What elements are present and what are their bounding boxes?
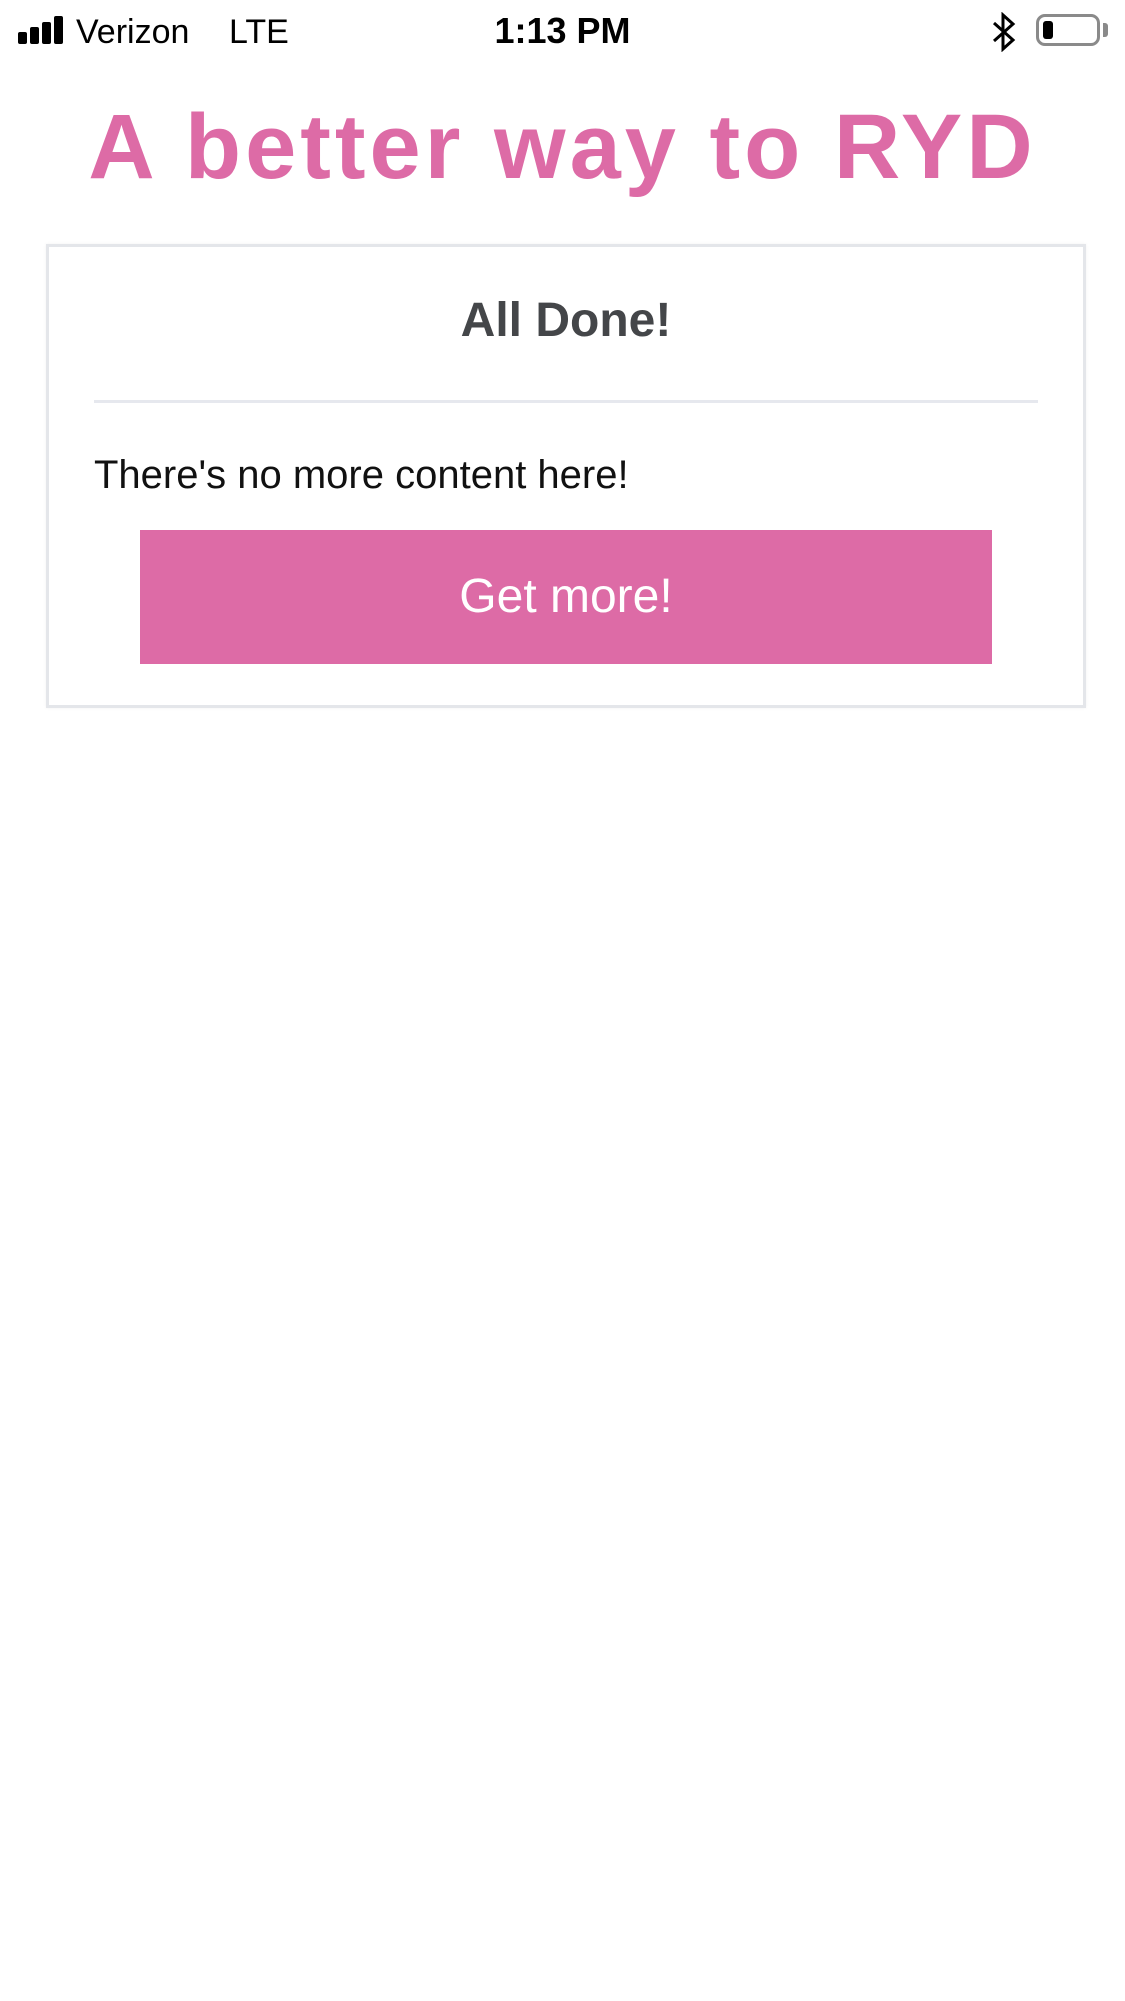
- card-message: There's no more content here!: [94, 453, 629, 497]
- status-time: 1:13 PM: [494, 10, 631, 51]
- battery-tip: [1103, 23, 1108, 37]
- bluetooth-icon: [992, 12, 1016, 52]
- battery-icon: [1036, 14, 1100, 46]
- card-title: All Done!: [460, 294, 672, 347]
- app-screen: Verizon LTE 1:13 PM A better way to RYD …: [0, 0, 1125, 2001]
- battery-level: [1043, 21, 1053, 39]
- card-divider: [94, 400, 1038, 403]
- page-title: A better way to RYD: [88, 96, 1037, 198]
- all-done-card: All Done! There's no more content here! …: [46, 244, 1086, 708]
- get-more-button[interactable]: Get more!: [140, 530, 992, 664]
- status-bar: Verizon LTE 1:13 PM: [0, 0, 1125, 64]
